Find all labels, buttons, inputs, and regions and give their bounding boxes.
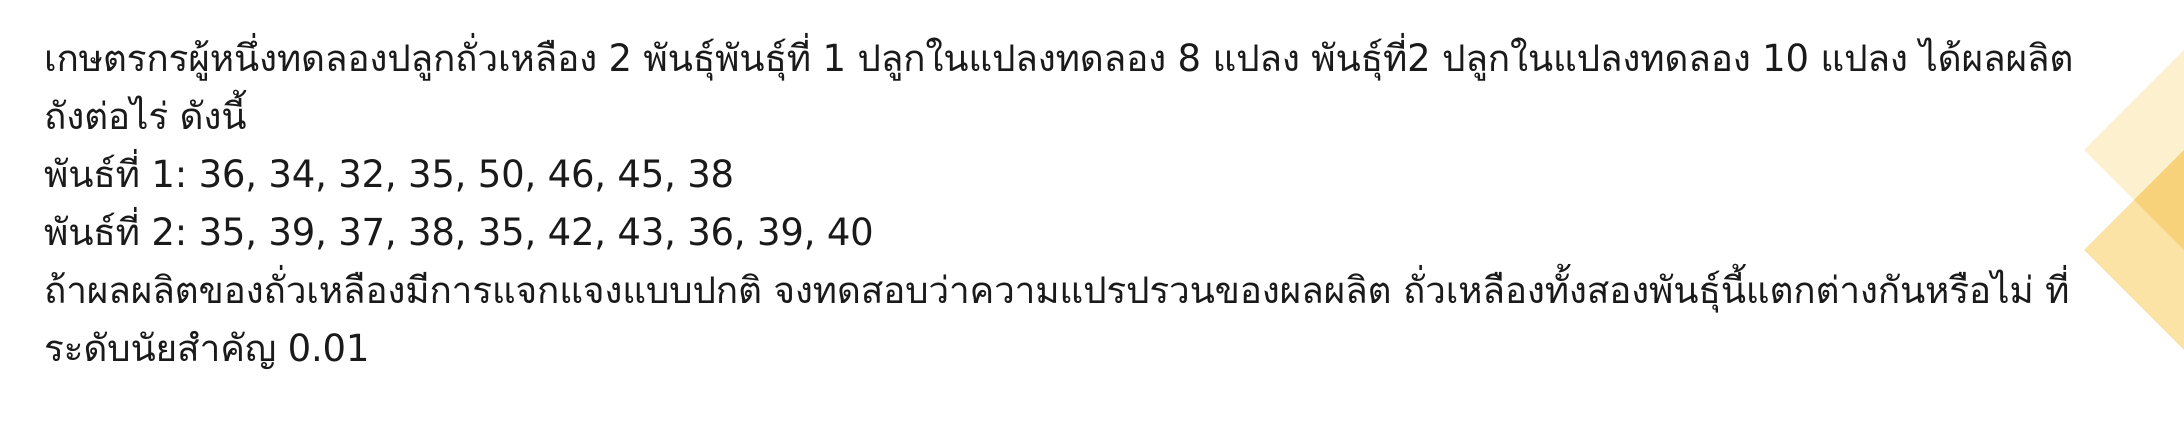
intro-line-1: เกษตรกรผู้หนึ่งทดลองปลูกถั่วเหลือง 2 พัน… bbox=[44, 37, 2074, 80]
question-line-2: ระดับนัยสำคัญ 0.01 bbox=[44, 327, 370, 370]
question-line-1: ถ้าผลผลิตของถั่วเหลืองมีการแจกแจงแบบปกติ… bbox=[44, 269, 2070, 312]
intro-line-2: ถังต่อไร่ ดังนี้ bbox=[44, 95, 247, 138]
problem-text: เกษตรกรผู้หนึ่งทดลองปลูกถั่วเหลือง 2 พัน… bbox=[44, 30, 2084, 378]
variety-2-data: พันธ์ที่ 2: 35, 39, 37, 38, 35, 42, 43, … bbox=[44, 211, 874, 254]
variety-1-data: พันธ์ที่ 1: 36, 34, 32, 35, 50, 46, 45, … bbox=[44, 153, 734, 196]
